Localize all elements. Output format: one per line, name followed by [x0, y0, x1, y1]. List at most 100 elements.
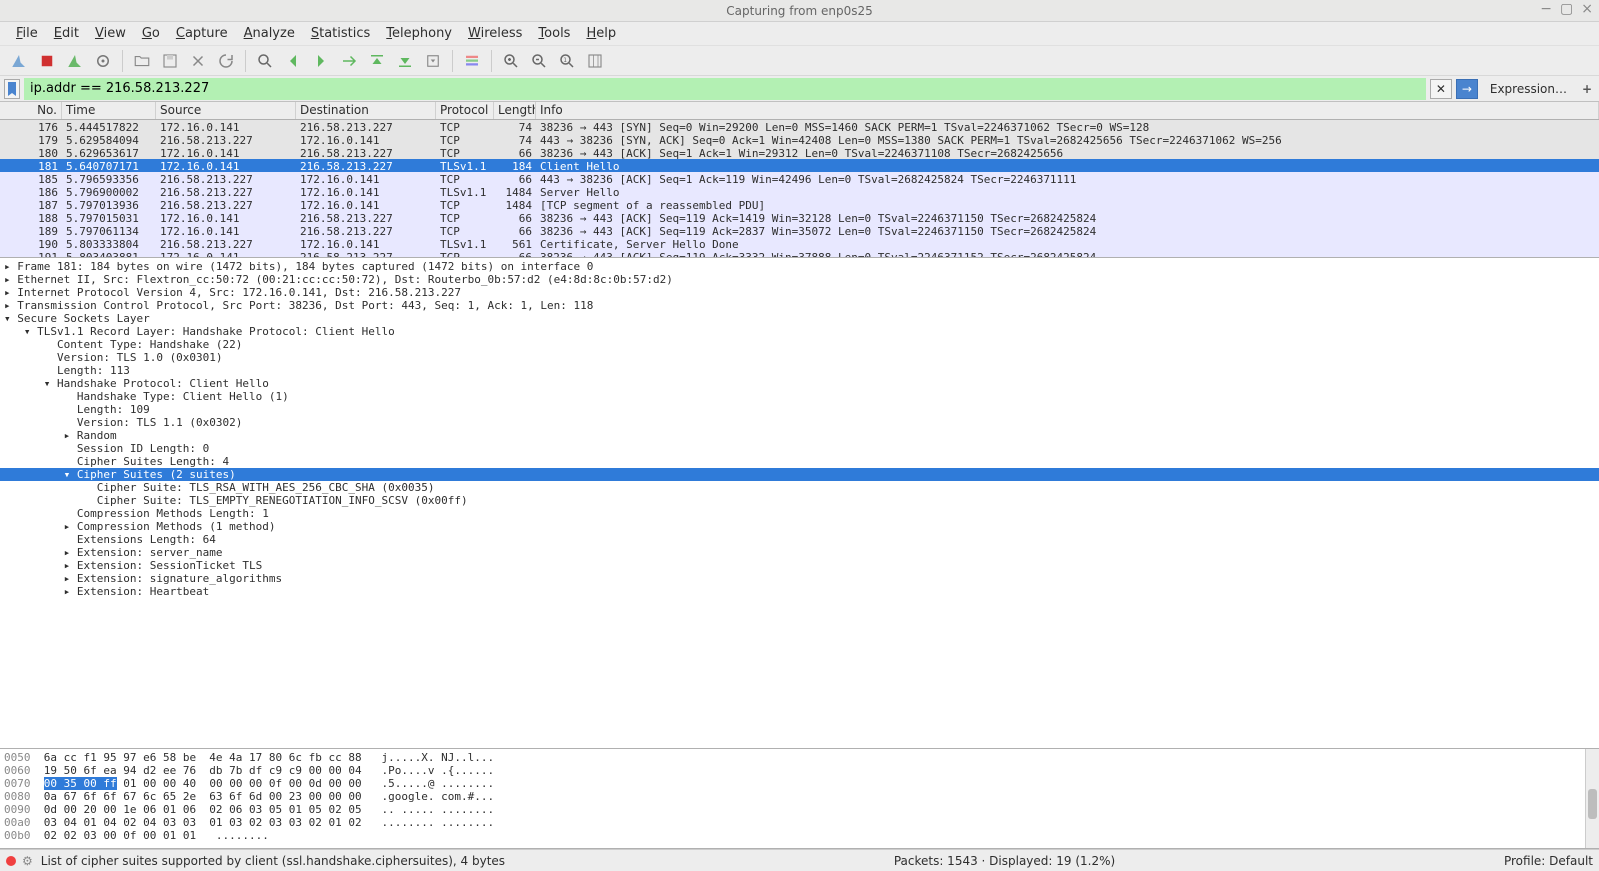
details-row[interactable]: ▾ Cipher Suites (2 suites)	[0, 468, 1599, 481]
details-row[interactable]: ▸ Compression Methods (1 method)	[0, 520, 1599, 533]
details-row[interactable]: Cipher Suites Length: 4	[0, 455, 1599, 468]
menu-telephony[interactable]: Telephony	[378, 23, 460, 44]
column-header-info[interactable]: Info	[536, 102, 1599, 119]
colorize-button[interactable]	[459, 48, 485, 74]
menu-tools[interactable]: Tools	[530, 23, 578, 44]
packet-row[interactable]: 1805.629653617172.16.0.141216.58.213.227…	[0, 146, 1599, 159]
menu-file[interactable]: File	[8, 23, 46, 44]
find-button[interactable]	[252, 48, 278, 74]
maximize-icon[interactable]: ▢	[1560, 2, 1573, 16]
packet-details-pane[interactable]: ▸ Frame 181: 184 bytes on wire (1472 bit…	[0, 258, 1599, 749]
hex-row[interactable]: 00b0 02 02 03 00 0f 00 01 01 ........	[4, 829, 1595, 842]
column-header-destination[interactable]: Destination	[296, 102, 436, 119]
open-file-button[interactable]	[129, 48, 155, 74]
details-row[interactable]: Cipher Suite: TLS_EMPTY_RENEGOTIATION_IN…	[0, 494, 1599, 507]
capture-options-button[interactable]	[90, 48, 116, 74]
filter-expression-button[interactable]: Expression…	[1482, 82, 1575, 96]
hex-row[interactable]: 0070 00 35 00 ff 01 00 00 40 00 00 00 0f…	[4, 777, 1595, 790]
menu-go[interactable]: Go	[134, 23, 168, 44]
details-row[interactable]: Version: TLS 1.0 (0x0301)	[0, 351, 1599, 364]
details-row[interactable]: ▾ Handshake Protocol: Client Hello	[0, 377, 1599, 390]
column-header-protocol[interactable]: Protocol	[436, 102, 494, 119]
hex-row[interactable]: 0060 19 50 6f ea 94 d2 ee 76 db 7b df c9…	[4, 764, 1595, 777]
bookmark-filter-icon[interactable]	[4, 79, 20, 99]
packet-bytes-pane[interactable]: 0050 6a cc f1 95 97 e6 58 be 4e 4a 17 80…	[0, 749, 1599, 849]
details-row[interactable]: Content Type: Handshake (22)	[0, 338, 1599, 351]
details-row[interactable]: ▸ Extension: server_name	[0, 546, 1599, 559]
clear-filter-button[interactable]: ✕	[1430, 79, 1452, 99]
go-to-packet-button[interactable]	[336, 48, 362, 74]
column-header-time[interactable]: Time	[62, 102, 156, 119]
packet-row[interactable]: 1885.797015031172.16.0.141216.58.213.227…	[0, 211, 1599, 224]
auto-scroll-button[interactable]	[420, 48, 446, 74]
details-row[interactable]: ▸ Extension: SessionTicket TLS	[0, 559, 1599, 572]
menu-wireless[interactable]: Wireless	[460, 23, 530, 44]
details-row[interactable]: Session ID Length: 0	[0, 442, 1599, 455]
details-row[interactable]: ▸ Extension: Heartbeat	[0, 585, 1599, 598]
hex-row[interactable]: 0090 0d 00 20 00 1e 06 01 06 02 06 03 05…	[4, 803, 1595, 816]
details-row[interactable]: ▾ TLSv1.1 Record Layer: Handshake Protoc…	[0, 325, 1599, 338]
go-forward-button[interactable]	[308, 48, 334, 74]
packet-row[interactable]: 1765.444517822172.16.0.141216.58.213.227…	[0, 120, 1599, 133]
packet-row[interactable]: 1855.796593356216.58.213.227172.16.0.141…	[0, 172, 1599, 185]
restart-capture-button[interactable]	[62, 48, 88, 74]
details-row[interactable]: Cipher Suite: TLS_RSA_WITH_AES_256_CBC_S…	[0, 481, 1599, 494]
column-header-source[interactable]: Source	[156, 102, 296, 119]
minimize-icon[interactable]: −	[1540, 2, 1552, 16]
details-row[interactable]: ▸ Internet Protocol Version 4, Src: 172.…	[0, 286, 1599, 299]
details-row[interactable]: Version: TLS 1.1 (0x0302)	[0, 416, 1599, 429]
shark-fin-icon[interactable]	[6, 48, 32, 74]
zoom-reset-button[interactable]: 1	[554, 48, 580, 74]
packet-row[interactable]: 1865.796900002216.58.213.227172.16.0.141…	[0, 185, 1599, 198]
menu-analyze[interactable]: Analyze	[236, 23, 303, 44]
details-row[interactable]: ▸ Frame 181: 184 bytes on wire (1472 bit…	[0, 260, 1599, 273]
column-header-no[interactable]: No.	[0, 102, 62, 119]
resize-columns-button[interactable]	[582, 48, 608, 74]
packet-row[interactable]: 1875.797013936216.58.213.227172.16.0.141…	[0, 198, 1599, 211]
capture-file-properties-icon[interactable]: ⚙	[22, 854, 33, 868]
packet-row[interactable]: 1915.803403881172.16.0.141216.58.213.227…	[0, 250, 1599, 258]
zoom-in-button[interactable]	[498, 48, 524, 74]
menu-edit[interactable]: Edit	[46, 23, 87, 44]
column-header-length[interactable]: Length	[494, 102, 536, 119]
packet-row[interactable]: 1905.803333804216.58.213.227172.16.0.141…	[0, 237, 1599, 250]
packet-list-body[interactable]: 1765.444517822172.16.0.141216.58.213.227…	[0, 120, 1599, 258]
apply-filter-button[interactable]: →	[1456, 79, 1478, 99]
packet-row[interactable]: 1815.640707171172.16.0.141216.58.213.227…	[0, 159, 1599, 172]
add-filter-button[interactable]: +	[1579, 82, 1595, 96]
hex-scrollbar[interactable]	[1585, 749, 1599, 848]
details-row[interactable]: ▸ Transmission Control Protocol, Src Por…	[0, 299, 1599, 312]
details-row[interactable]: Compression Methods Length: 1	[0, 507, 1599, 520]
packet-row[interactable]: 1795.629584094216.58.213.227172.16.0.141…	[0, 133, 1599, 146]
details-row[interactable]: ▾ Secure Sockets Layer	[0, 312, 1599, 325]
go-back-button[interactable]	[280, 48, 306, 74]
menu-capture[interactable]: Capture	[168, 23, 236, 44]
hex-row[interactable]: 00a0 03 04 01 04 02 04 03 03 01 03 02 03…	[4, 816, 1595, 829]
details-row[interactable]: ▸ Random	[0, 429, 1599, 442]
details-row[interactable]: Extensions Length: 64	[0, 533, 1599, 546]
save-file-button[interactable]	[157, 48, 183, 74]
zoom-out-button[interactable]	[526, 48, 552, 74]
hex-row[interactable]: 0080 0a 67 6f 6f 67 6c 65 2e 63 6f 6d 00…	[4, 790, 1595, 803]
reload-button[interactable]	[213, 48, 239, 74]
scrollbar-thumb[interactable]	[1588, 789, 1597, 819]
go-last-button[interactable]	[392, 48, 418, 74]
go-first-button[interactable]	[364, 48, 390, 74]
details-row[interactable]: Length: 113	[0, 364, 1599, 377]
packet-row[interactable]: 1895.797061134172.16.0.141216.58.213.227…	[0, 224, 1599, 237]
close-file-button[interactable]	[185, 48, 211, 74]
expert-info-icon[interactable]	[6, 856, 16, 866]
stop-capture-button[interactable]	[34, 48, 60, 74]
details-row[interactable]: Length: 109	[0, 403, 1599, 416]
menu-help[interactable]: Help	[578, 23, 624, 44]
display-filter-input[interactable]	[24, 78, 1426, 100]
details-row[interactable]: Handshake Type: Client Hello (1)	[0, 390, 1599, 403]
toolbar-separator	[452, 50, 453, 72]
menu-statistics[interactable]: Statistics	[303, 23, 378, 44]
status-profile[interactable]: Profile: Default	[1504, 854, 1593, 868]
menu-view[interactable]: View	[87, 23, 134, 44]
hex-row[interactable]: 0050 6a cc f1 95 97 e6 58 be 4e 4a 17 80…	[4, 751, 1595, 764]
details-row[interactable]: ▸ Extension: signature_algorithms	[0, 572, 1599, 585]
details-row[interactable]: ▸ Ethernet II, Src: Flextron_cc:50:72 (0…	[0, 273, 1599, 286]
close-icon[interactable]: ×	[1581, 2, 1593, 16]
